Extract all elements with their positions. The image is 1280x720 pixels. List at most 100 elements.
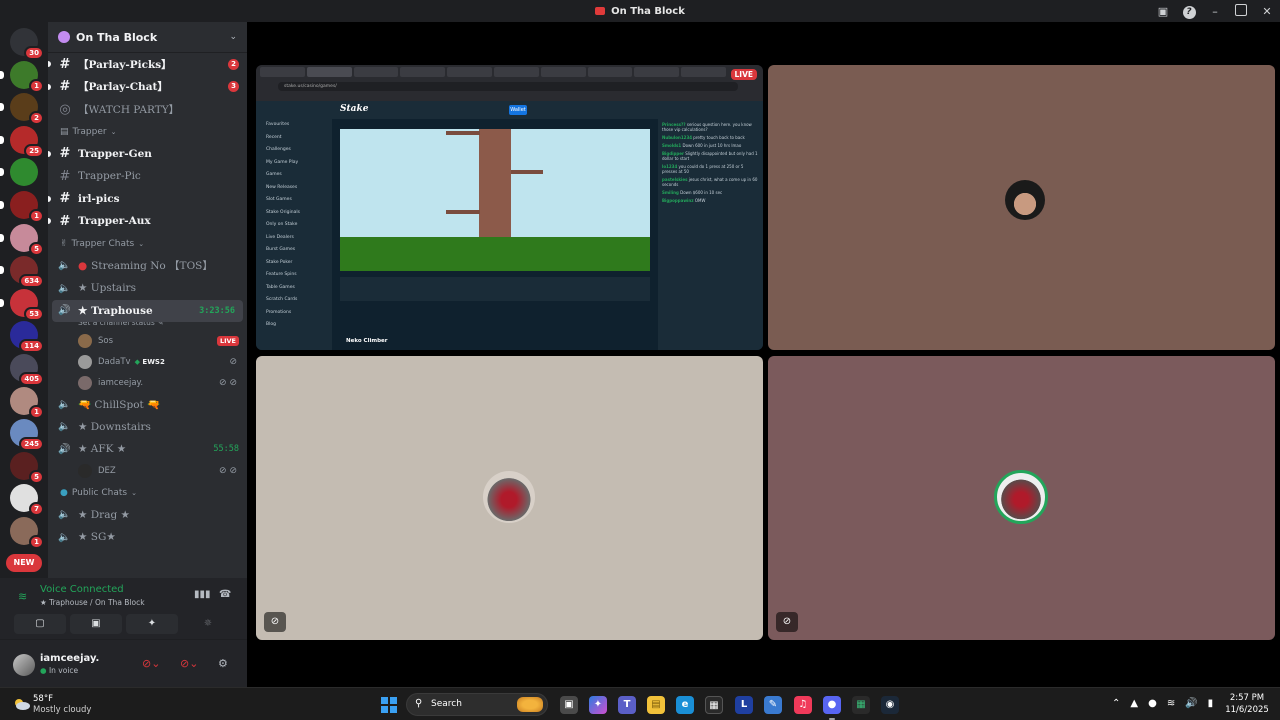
share-screen-button[interactable]: ▣: [70, 614, 122, 634]
app-l-icon[interactable]: L: [735, 696, 753, 714]
stream-tile[interactable]: stake.us/casino/games/ Stake Wallet Favo…: [256, 65, 763, 350]
chevron-up-icon[interactable]: ⌃: [1112, 698, 1120, 709]
clock-time[interactable]: 2:57 PM: [1222, 693, 1272, 703]
soundboard-button[interactable]: ✵: [182, 614, 234, 634]
store-icon[interactable]: ▦: [705, 696, 723, 714]
voice-user-dez[interactable]: DEZ ⊘ ⊘: [48, 461, 247, 482]
discord-icon[interactable]: ●: [823, 696, 841, 720]
steam-icon[interactable]: ◉: [881, 696, 899, 714]
site-chat: Princess?? serious question here. you kn…: [658, 119, 763, 350]
network-icon[interactable]: ▲: [1130, 698, 1138, 709]
clock-date[interactable]: 11/6/2025: [1222, 705, 1272, 715]
branch: [511, 170, 543, 174]
headphones-deafened-icon[interactable]: ⊘⌄: [180, 657, 198, 670]
voice-channel-drag[interactable]: 🔈 ★ Drag ★: [48, 504, 247, 527]
server-icon[interactable]: 5: [0, 223, 44, 256]
voice-user-dadatv[interactable]: DadaTv ◆ EWS2 ⊘: [48, 351, 247, 372]
cloudy-icon[interactable]: [12, 697, 30, 711]
close-button[interactable]: ✕: [1254, 5, 1280, 18]
voice-channel-streaming[interactable]: 🔈 ● Streaming No 【TOS】: [48, 255, 247, 278]
copilot-icon[interactable]: ✦: [589, 696, 607, 714]
mention-badge: 5: [29, 469, 44, 484]
new-unreads-pill[interactable]: NEW: [6, 554, 42, 572]
channel-watch-party[interactable]: ◎ 【WATCH PARTY】: [48, 98, 247, 121]
maximize-button[interactable]: [1228, 3, 1254, 19]
gear-icon[interactable]: ⚙: [218, 657, 228, 670]
speaker-icon: 🔈: [58, 421, 71, 433]
server-icon[interactable]: 25: [0, 125, 44, 158]
channel-trapper-pic[interactable]: # Trapper-Pic: [48, 165, 247, 188]
participant-tile[interactable]: [768, 65, 1275, 350]
stream-site: Stake Wallet Favourites Recent Challenges M…: [256, 101, 763, 350]
channel-trapper-aux[interactable]: # Trapper-Aux: [48, 210, 247, 233]
server-icon[interactable]: 634: [0, 256, 44, 289]
signal-icon[interactable]: ≋: [18, 590, 27, 603]
voice-channel-path[interactable]: ★ Traphouse / On Tha Block: [40, 598, 145, 607]
task-view-icon[interactable]: ▣: [560, 696, 578, 714]
channel-parlay-picks[interactable]: # 【Parlay-Picks】 2: [48, 53, 247, 76]
mention-badge: 7: [29, 502, 44, 517]
microphone-icon[interactable]: ●: [1148, 698, 1157, 709]
server-icon[interactable]: 1: [10, 386, 44, 419]
mention-badge: 1: [29, 404, 44, 419]
server-icon[interactable]: 5: [10, 451, 44, 484]
mic-muted-icon[interactable]: ⊘⌄: [142, 657, 160, 670]
site-nav-item: Stake Originals: [266, 209, 300, 215]
server-icon[interactable]: [0, 158, 38, 187]
voice-channel-afk[interactable]: 🔊 ★ AFK ★ 55:58: [48, 438, 247, 461]
user-panel: iamceejay. ● In voice ⊘⌄ ⊘⌄ ⚙: [0, 639, 247, 687]
server-icon[interactable]: 1: [0, 190, 44, 223]
voice-channel-traphouse[interactable]: 🔊 ★ Traphouse 3:23:56: [52, 299, 243, 322]
category-trapper[interactable]: ▤ Trapper ⌄: [48, 121, 247, 143]
discord-home-icon[interactable]: 30: [10, 28, 44, 60]
voice-user-sos[interactable]: Sos LIVE: [48, 330, 247, 351]
voice-channel-upstairs[interactable]: 🔈 ★ Upstairs: [48, 277, 247, 300]
music-icon[interactable]: ♫: [794, 696, 812, 714]
server-icon[interactable]: 2: [0, 93, 44, 126]
volume-icon[interactable]: 🔊: [1185, 698, 1197, 709]
channel-trapper-gen[interactable]: # Trapper-Gen: [48, 143, 247, 166]
edge-icon[interactable]: e: [676, 696, 694, 714]
wifi-icon[interactable]: ≋: [1167, 698, 1175, 709]
user-avatar[interactable]: [13, 654, 35, 676]
voice-channel-sg[interactable]: 🔈 ★ SG★: [48, 526, 247, 549]
voice-user-iamceejay[interactable]: iamceejay. ⊘ ⊘: [48, 372, 247, 393]
help-icon[interactable]: ?: [1176, 4, 1202, 19]
weather-temp[interactable]: 58°F: [33, 694, 53, 704]
server-icon[interactable]: 245: [10, 419, 44, 452]
inbox-icon[interactable]: ▣: [1150, 5, 1176, 18]
category-public-chats[interactable]: ● Public Chats ⌄: [48, 482, 247, 504]
guild-header[interactable]: On Tha Block ⌄: [48, 22, 247, 53]
voice-status[interactable]: Voice Connected: [40, 584, 124, 595]
server-icon[interactable]: 1: [0, 60, 44, 93]
battery-icon[interactable]: ▮: [1208, 698, 1214, 709]
taskbar-search[interactable]: ⚲ Search: [406, 693, 548, 716]
server-icon[interactable]: 53: [0, 288, 44, 321]
channel-parlay-chat[interactable]: # 【Parlay-Chat】 3: [48, 76, 247, 99]
server-icon[interactable]: 1: [10, 516, 44, 549]
user-name[interactable]: iamceejay.: [40, 653, 99, 664]
channel-irl-pics[interactable]: # irl-pics: [48, 188, 247, 211]
camera-off-button[interactable]: ▢: [14, 614, 66, 634]
file-explorer-icon[interactable]: ▤: [647, 696, 665, 714]
user-subtitle: ● In voice: [40, 666, 78, 675]
text-channel-icon: #: [59, 79, 71, 95]
voice-channel-downstairs[interactable]: 🔈 ★ Downstairs: [48, 416, 247, 439]
noise-suppression-icon[interactable]: ▮▮▮: [194, 589, 211, 600]
windows-start-icon[interactable]: [381, 697, 397, 713]
disconnect-icon[interactable]: ☎: [219, 589, 231, 600]
server-icon[interactable]: 7: [10, 484, 44, 517]
server-icon[interactable]: 114: [10, 321, 44, 354]
design-app-icon[interactable]: ✎: [764, 696, 782, 714]
server-icon[interactable]: 405: [10, 353, 44, 386]
participant-tile[interactable]: ⊘: [768, 356, 1275, 640]
game-app-icon[interactable]: ▦: [852, 696, 870, 714]
teams-icon[interactable]: T: [618, 696, 636, 714]
activities-button[interactable]: ✦: [126, 614, 178, 634]
category-trapper-chats[interactable]: ✌ Trapper Chats ⌄: [48, 233, 247, 255]
mention-badge: 114: [19, 339, 44, 354]
minimize-button[interactable]: –: [1202, 5, 1228, 18]
voice-channel-chillspot[interactable]: 🔈 🔫 ChillSpot 🔫: [48, 393, 247, 416]
weather-condition[interactable]: Mostly cloudy: [33, 705, 91, 715]
participant-tile[interactable]: ⊘: [256, 356, 763, 640]
